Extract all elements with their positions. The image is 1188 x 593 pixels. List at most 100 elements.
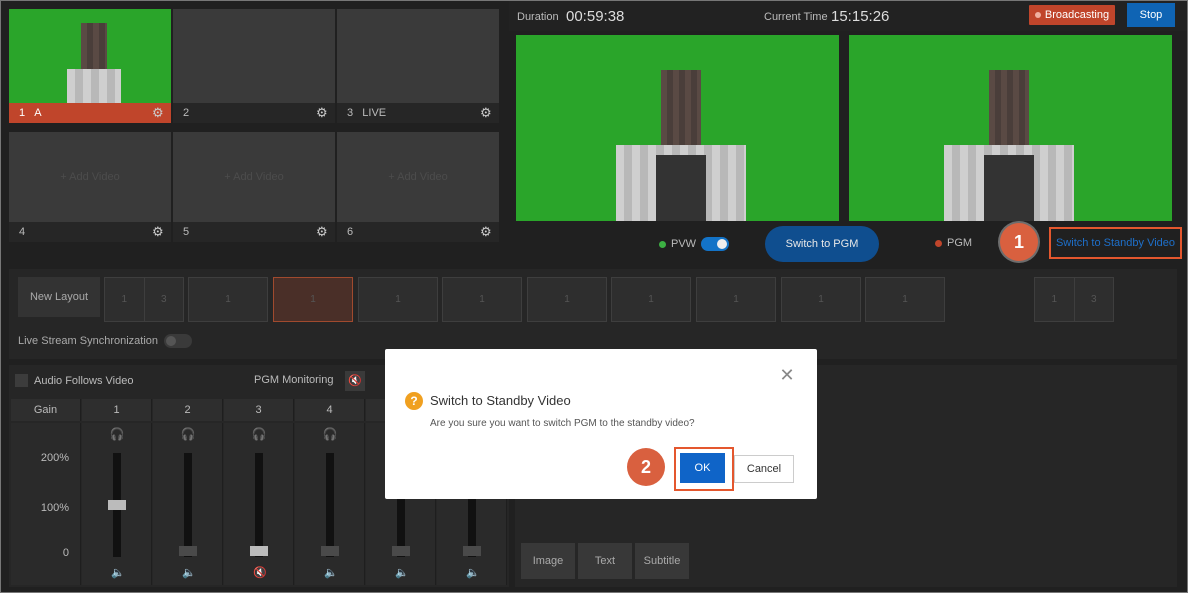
gear-icon[interactable]: ⚙	[480, 106, 493, 119]
source-bar: 5	[173, 222, 335, 242]
layout-option[interactable]: 1	[442, 277, 522, 322]
fader-knob[interactable]	[250, 546, 268, 556]
headphones-icon[interactable]: 🎧	[251, 426, 267, 442]
layout-cell: 1	[818, 294, 824, 305]
current-time-label: Current Time	[764, 11, 828, 23]
layout-option[interactable]: 1	[696, 277, 776, 322]
audio-follows-video-checkbox[interactable]	[15, 374, 28, 387]
source-bar: 6	[337, 222, 499, 242]
callout-badge-2: 2	[627, 448, 665, 486]
live-sync-label: Live Stream Synchronization	[18, 335, 159, 347]
gear-icon[interactable]: ⚙	[480, 225, 493, 238]
fader-knob[interactable]	[321, 546, 339, 556]
broadcast-dot-icon	[1034, 12, 1041, 19]
layout-cell: 1	[105, 278, 145, 321]
pgm-label: PGM	[947, 237, 973, 249]
channel-header: 2	[153, 399, 223, 421]
pvw-indicator: PVW	[659, 237, 730, 251]
preview-monitor	[516, 35, 839, 221]
source-tile-6[interactable]: + Add Video 6 ⚙	[337, 132, 499, 242]
live-sync-toggle[interactable]	[164, 334, 193, 348]
ok-button[interactable]: OK	[680, 453, 725, 483]
speaker-muted-icon[interactable]: 🔇	[345, 371, 365, 391]
subtitle-tab[interactable]: Subtitle	[635, 543, 689, 579]
add-video-placeholder[interactable]: + Add Video	[9, 132, 171, 222]
audio-follows-video-row[interactable]: Audio Follows Video	[15, 374, 133, 387]
layout-option[interactable]: 13	[104, 277, 184, 322]
headphones-icon[interactable]: 🎧	[180, 426, 196, 442]
fader-track	[255, 453, 263, 557]
gear-icon[interactable]: ⚙	[316, 106, 329, 119]
fader-track	[184, 453, 192, 557]
gear-icon[interactable]: ⚙	[152, 225, 165, 238]
cancel-button[interactable]: Cancel	[734, 455, 794, 483]
source-tile-4[interactable]: + Add Video 4 ⚙	[9, 132, 171, 242]
source-bar: 2	[173, 103, 335, 123]
stop-button[interactable]: Stop	[1127, 3, 1175, 27]
layout-option[interactable]: 1	[273, 277, 353, 322]
gear-icon[interactable]: ⚙	[316, 225, 329, 238]
source-tile-5[interactable]: + Add Video 5 ⚙	[173, 132, 335, 242]
headphones-icon[interactable]: 🎧	[322, 426, 338, 442]
add-video-placeholder[interactable]: + Add Video	[337, 132, 499, 222]
source-tile-2[interactable]: 2 ⚙	[173, 9, 335, 123]
scale-label: 0	[62, 547, 69, 559]
fader-knob[interactable]	[179, 546, 197, 556]
source-thumbnail	[173, 9, 335, 103]
switch-to-pgm-button[interactable]: Switch to PGM	[765, 226, 879, 262]
program-monitor	[849, 35, 1172, 221]
add-video-placeholder[interactable]: + Add Video	[173, 132, 335, 222]
speaker-icon[interactable]: 🔈	[466, 566, 480, 579]
channel-header: 1	[82, 399, 152, 421]
source-tile-3[interactable]: 3 LIVE ⚙	[337, 9, 499, 123]
fader-knob[interactable]	[392, 546, 410, 556]
new-layout-button[interactable]: New Layout	[18, 277, 100, 317]
switch-to-standby-link[interactable]: Switch to Standby Video	[1049, 227, 1182, 259]
scale-label: 200%	[40, 452, 69, 464]
speaker-icon[interactable]: 🔈	[395, 566, 409, 579]
gear-icon[interactable]: ⚙	[152, 106, 165, 119]
source-thumbnail	[337, 9, 499, 103]
layout-option[interactable]: 1	[527, 277, 607, 322]
text-tab[interactable]: Text	[578, 543, 632, 579]
fader-knob[interactable]	[463, 546, 481, 556]
layout-cell: 1	[395, 294, 401, 305]
layout-cell: 3	[1090, 294, 1097, 305]
pvw-dot-icon	[659, 240, 666, 248]
presenter-body	[67, 69, 121, 103]
close-icon[interactable]: ✕	[778, 366, 796, 384]
layout-option[interactable]: 1	[358, 277, 438, 322]
pgm-indicator: PGM	[935, 237, 972, 249]
fader-knob[interactable]	[108, 500, 126, 510]
speaker-muted-icon[interactable]: 🔇	[253, 566, 267, 579]
presenter-figure	[81, 23, 107, 73]
layout-cell: 1	[733, 294, 739, 305]
layout-option[interactable]: 1	[611, 277, 691, 322]
layout-cell: 1	[1035, 278, 1075, 321]
pgm-dot-icon	[935, 239, 942, 247]
source-tile-1[interactable]: 1 A ⚙	[9, 9, 171, 123]
speaker-icon[interactable]: 🔈	[182, 566, 196, 579]
question-icon: ?	[405, 392, 423, 410]
speaker-icon[interactable]: 🔈	[111, 566, 125, 579]
layout-option[interactable]: 13	[1034, 277, 1114, 322]
speaker-icon[interactable]: 🔈	[324, 566, 338, 579]
pvw-label: PVW	[671, 238, 697, 250]
layout-cell: 1	[310, 294, 316, 305]
layout-option[interactable]: 1	[865, 277, 945, 322]
source-bar: 3 LIVE	[337, 103, 499, 123]
duration-label: Duration	[517, 11, 559, 23]
presenter-figure	[661, 70, 701, 150]
pvw-toggle[interactable]	[701, 237, 730, 251]
image-tab[interactable]: Image	[521, 543, 575, 579]
source-bar: 1 A	[9, 103, 171, 123]
broadcasting-badge: Broadcasting	[1029, 5, 1115, 25]
layout-option[interactable]: 1	[188, 277, 268, 322]
layout-cell: 1	[564, 294, 570, 305]
current-time-value: 15:15:26	[831, 8, 890, 25]
headphones-icon[interactable]: 🎧	[109, 426, 125, 442]
pgm-monitoring-label: PGM Monitoring	[254, 374, 334, 386]
layout-option[interactable]: 1	[781, 277, 861, 322]
presenter-figure	[989, 70, 1029, 150]
scale-label: 100%	[40, 502, 69, 514]
